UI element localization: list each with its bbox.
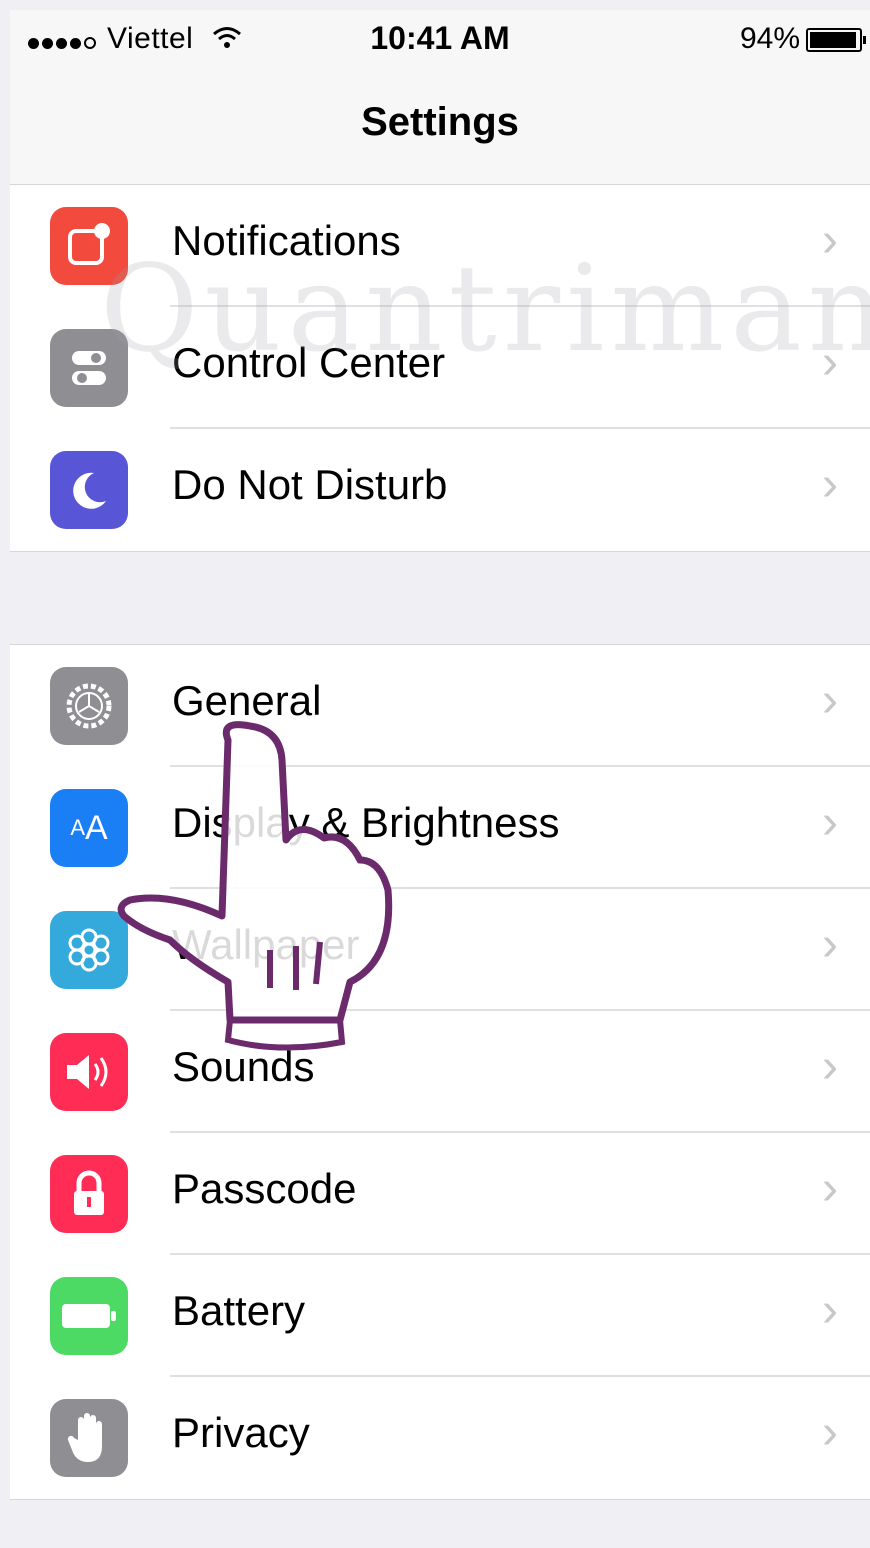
row-label: Sounds <box>172 1043 315 1090</box>
chevron-right-icon: › <box>822 796 838 849</box>
settings-row-do-not-disturb[interactable]: Do Not Disturb › <box>10 429 870 551</box>
row-label: Do Not Disturb <box>172 461 448 508</box>
row-label: Notifications <box>172 217 401 264</box>
battery-status: 94% <box>739 22 866 56</box>
settings-row-wallpaper[interactable]: Wallpaper › <box>10 889 870 1011</box>
chevron-right-icon: › <box>822 1406 838 1459</box>
settings-row-display-brightness[interactable]: AA Display & Brightness › <box>10 767 870 889</box>
settings-row-sounds[interactable]: Sounds › <box>10 1011 870 1133</box>
text-size-icon: AA <box>50 789 128 867</box>
notifications-icon <box>50 207 128 285</box>
row-label: General <box>172 677 322 724</box>
settings-row-privacy[interactable]: Privacy › <box>10 1377 870 1499</box>
settings-row-battery[interactable]: Battery › <box>10 1255 870 1377</box>
settings-row-passcode[interactable]: Passcode › <box>10 1133 870 1255</box>
settings-row-notifications[interactable]: Notifications › <box>10 185 870 307</box>
wallpaper-icon <box>50 911 128 989</box>
battery-percent: 94% <box>739 22 800 55</box>
chevron-right-icon: › <box>822 458 838 511</box>
row-label: Wallpaper <box>172 921 360 968</box>
moon-icon <box>50 451 128 529</box>
page-title: Settings <box>361 100 519 144</box>
chevron-right-icon: › <box>822 674 838 727</box>
gear-icon <box>50 667 128 745</box>
chevron-right-icon: › <box>822 214 838 267</box>
row-label: Privacy <box>172 1409 310 1456</box>
chevron-right-icon: › <box>822 336 838 389</box>
chevron-right-icon: › <box>822 1162 838 1215</box>
hand-icon <box>50 1399 128 1477</box>
status-bar: Viettel 10:41 AM 94% <box>10 10 870 66</box>
chevron-right-icon: › <box>822 1040 838 1093</box>
battery-level-icon <box>806 28 866 53</box>
lock-icon <box>50 1155 128 1233</box>
chevron-right-icon: › <box>822 1284 838 1337</box>
row-label: Passcode <box>172 1165 357 1212</box>
settings-group-1: Notifications › Control Center › Do Not … <box>10 184 870 552</box>
settings-group-2: General › AA Display & Brightness › Wall… <box>10 644 870 1500</box>
row-label: Display & Brightness <box>172 799 560 846</box>
navigation-bar: Settings <box>10 66 870 186</box>
battery-icon <box>50 1277 128 1355</box>
chevron-right-icon: › <box>822 918 838 971</box>
speaker-icon <box>50 1033 128 1111</box>
row-label: Battery <box>172 1287 306 1334</box>
control-center-icon <box>50 329 128 407</box>
settings-row-control-center[interactable]: Control Center › <box>10 307 870 429</box>
settings-row-general[interactable]: General › <box>10 645 870 767</box>
row-label: Control Center <box>172 339 446 386</box>
